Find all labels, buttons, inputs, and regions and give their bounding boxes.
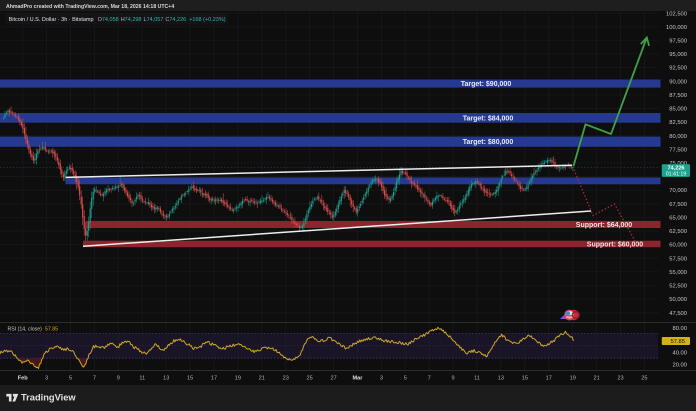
- svg-text:Target: $90,000: Target: $90,000: [461, 81, 512, 88]
- svg-text:AhmadPro created with TradingV: AhmadPro created with TradingView.com, M…: [6, 4, 174, 10]
- svg-text:Target: $84,000: Target: $84,000: [463, 115, 514, 122]
- svg-text:TradingView: TradingView: [21, 393, 76, 403]
- svg-text:7: 7: [428, 376, 431, 382]
- svg-text:57.85: 57.85: [670, 339, 685, 345]
- svg-text:65,000: 65,000: [669, 216, 687, 222]
- svg-text:40.00: 40.00: [672, 351, 687, 357]
- svg-text:Mar: Mar: [353, 376, 364, 382]
- svg-text:57,500: 57,500: [669, 256, 687, 262]
- svg-text:13: 13: [498, 376, 504, 382]
- svg-text:Feb: Feb: [18, 376, 29, 382]
- svg-text:97,500: 97,500: [669, 39, 687, 45]
- svg-text:Support: $60,000: Support: $60,000: [587, 242, 644, 249]
- svg-text:21: 21: [593, 376, 599, 382]
- svg-text:80.00: 80.00: [672, 326, 687, 332]
- svg-text:62,500: 62,500: [669, 229, 687, 235]
- svg-text:9: 9: [117, 376, 120, 382]
- svg-text:19: 19: [235, 376, 241, 382]
- svg-text:55,000: 55,000: [669, 270, 687, 276]
- svg-text:5: 5: [404, 376, 407, 382]
- svg-text:15: 15: [522, 376, 528, 382]
- svg-text:3: 3: [45, 376, 48, 382]
- svg-text:80,000: 80,000: [669, 134, 687, 140]
- svg-text:3: 3: [380, 376, 383, 382]
- svg-text:21: 21: [259, 376, 265, 382]
- svg-text:01:41:19: 01:41:19: [666, 172, 687, 178]
- svg-text:11: 11: [474, 376, 480, 382]
- svg-text:57.85: 57.85: [45, 326, 58, 332]
- svg-text:20.00: 20.00: [672, 363, 687, 369]
- svg-text:50,000: 50,000: [669, 297, 687, 303]
- svg-text:17: 17: [546, 376, 552, 382]
- svg-text:82,500: 82,500: [669, 120, 687, 126]
- svg-text:74,226: 74,226: [667, 166, 684, 172]
- svg-text:95,000: 95,000: [669, 52, 687, 58]
- svg-text:100,000: 100,000: [666, 25, 687, 31]
- svg-text:Support: $64,000: Support: $64,000: [576, 222, 633, 229]
- svg-text:13: 13: [163, 376, 169, 382]
- svg-text:85,000: 85,000: [669, 107, 687, 113]
- svg-text:92,500: 92,500: [669, 66, 687, 72]
- svg-text:25: 25: [306, 376, 312, 382]
- svg-text:102,500: 102,500: [666, 11, 687, 17]
- svg-text:87,500: 87,500: [669, 93, 687, 99]
- svg-text:27: 27: [330, 376, 336, 382]
- svg-text:7: 7: [93, 376, 96, 382]
- svg-text:25: 25: [641, 376, 647, 382]
- svg-text:67,500: 67,500: [669, 202, 687, 208]
- svg-text:Bitcoin / U.S. Dollar · 3h · B: Bitcoin / U.S. Dollar · 3h · BitstampO74…: [9, 17, 226, 23]
- svg-text:15: 15: [187, 376, 193, 382]
- svg-text:70,000: 70,000: [669, 188, 687, 194]
- svg-text:19: 19: [570, 376, 576, 382]
- svg-text:5: 5: [69, 376, 72, 382]
- svg-text:RSI (14, close): RSI (14, close): [8, 326, 43, 332]
- svg-text:90,000: 90,000: [669, 79, 687, 85]
- svg-text:47,500: 47,500: [669, 311, 687, 317]
- svg-text:23: 23: [617, 376, 623, 382]
- svg-text:11: 11: [139, 376, 145, 382]
- svg-text:77,500: 77,500: [669, 147, 687, 153]
- svg-text:17: 17: [211, 376, 217, 382]
- svg-text:23: 23: [283, 376, 289, 382]
- svg-text:52,500: 52,500: [669, 284, 687, 290]
- svg-text:60,000: 60,000: [669, 243, 687, 249]
- svg-text:9: 9: [452, 376, 455, 382]
- svg-text:Target: $80,000: Target: $80,000: [463, 139, 514, 146]
